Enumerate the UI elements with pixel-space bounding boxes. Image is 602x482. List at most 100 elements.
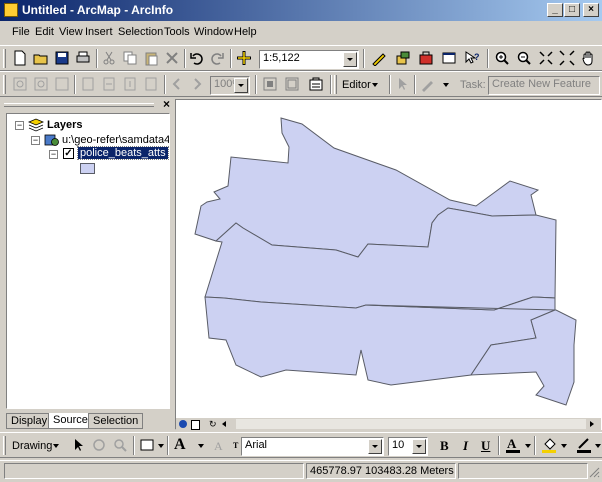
toolbar-grip[interactable] (3, 436, 6, 455)
fill-color-icon[interactable] (541, 436, 557, 457)
italic-button[interactable]: I (463, 438, 468, 454)
title-bar[interactable]: Untitled - ArcMap - ArcInfo _ □ × (0, 0, 602, 21)
underline-button[interactable]: U (481, 438, 490, 454)
zoom-100-icon[interactable] (101, 76, 119, 93)
layout-zoom-in-icon[interactable] (12, 76, 30, 93)
redo-icon[interactable] (209, 50, 227, 67)
close-button[interactable]: × (583, 3, 599, 17)
toolbar-grip[interactable] (3, 75, 6, 94)
undo-icon[interactable] (189, 50, 207, 67)
chevron-down-icon[interactable] (53, 444, 59, 448)
map-scale-combo[interactable]: 1:5,122 (259, 50, 359, 69)
toolbar-grip[interactable] (334, 75, 337, 94)
editor-menu-button[interactable]: Editor (342, 79, 371, 91)
bold-button[interactable]: B (440, 438, 449, 454)
layout-zoom-combo[interactable]: 100% (210, 76, 250, 95)
menu-edit[interactable]: Edit (35, 26, 54, 38)
chevron-down-icon[interactable] (368, 439, 382, 454)
menu-view[interactable]: View (59, 26, 83, 38)
zoom-whole-page-icon[interactable] (80, 76, 98, 93)
scroll-right-icon[interactable] (590, 421, 594, 427)
new-document-icon[interactable] (12, 50, 30, 67)
fixed-zoom-in-icon[interactable] (538, 50, 556, 67)
data-view-icon[interactable] (179, 420, 187, 428)
font-color-icon[interactable]: A (505, 436, 521, 457)
delete-icon[interactable] (164, 50, 182, 67)
data-source-label[interactable]: u:\geo-refer\samdata4w (62, 134, 169, 146)
chevron-down-icon[interactable] (525, 444, 531, 448)
pan-hand-icon[interactable] (580, 50, 598, 67)
focus-data-frame-icon[interactable] (284, 76, 302, 93)
menu-file[interactable]: File (12, 26, 30, 38)
task-combo[interactable]: Create New Feature (488, 76, 600, 95)
horizontal-scrollbar[interactable] (236, 419, 586, 429)
chevron-down-icon[interactable] (412, 439, 426, 454)
collapse-toggle-icon[interactable]: − (31, 136, 40, 145)
layer-police-beats-label[interactable]: police_beats_atts (77, 146, 169, 160)
zoom-in-icon[interactable] (494, 50, 512, 67)
save-icon[interactable] (54, 50, 72, 67)
copy-icon[interactable] (122, 50, 140, 67)
zoom-out-icon[interactable] (516, 50, 534, 67)
fixed-layout-zoom-icon[interactable] (122, 76, 140, 93)
change-layout-icon[interactable] (308, 76, 326, 93)
tab-display[interactable]: Display (6, 413, 53, 429)
toc-close-button[interactable]: × (163, 97, 170, 111)
font-combo[interactable]: Arial (241, 437, 384, 456)
toc-tree[interactable]: − Layers − u:\geo-refer\samdata4w − ✓ po… (6, 113, 170, 409)
scroll-left-icon[interactable] (222, 421, 226, 427)
rotate-icon[interactable] (91, 437, 109, 454)
chevron-down-icon[interactable] (595, 444, 601, 448)
line-color-icon[interactable] (576, 436, 592, 457)
font-size-combo[interactable]: 10 (388, 437, 428, 456)
new-text-tool-icon[interactable]: A (174, 436, 186, 454)
resize-grip-icon[interactable] (588, 465, 600, 479)
chevron-down-icon[interactable] (158, 444, 164, 448)
layout-view-icon[interactable] (191, 420, 200, 430)
back-extent-icon[interactable] (169, 76, 187, 93)
sketch-tool-icon[interactable] (420, 76, 438, 93)
toc-grip[interactable] (4, 103, 154, 107)
drawing-menu-button[interactable]: Drawing (12, 440, 52, 452)
cut-icon[interactable] (101, 50, 119, 67)
toggle-draft-mode-icon[interactable] (262, 76, 280, 93)
layout-zoom-out-icon[interactable] (33, 76, 51, 93)
map-display[interactable]: ↻ (175, 99, 602, 430)
whats-this-help-icon[interactable]: ? (464, 50, 482, 67)
paste-icon[interactable] (143, 50, 161, 67)
chevron-down-icon[interactable] (561, 444, 567, 448)
menu-tools[interactable]: Tools (164, 26, 190, 38)
map-svg[interactable] (176, 100, 601, 418)
forward-extent-icon[interactable] (189, 76, 207, 93)
collapse-toggle-icon[interactable]: − (49, 150, 58, 159)
menu-selection[interactable]: Selection (118, 26, 163, 38)
zoom-to-selected-icon[interactable] (112, 437, 130, 454)
collapse-toggle-icon[interactable]: − (15, 121, 24, 130)
editor-toolbar-icon[interactable] (371, 50, 389, 67)
toolbar-grip[interactable] (3, 49, 6, 68)
chevron-down-icon[interactable] (198, 444, 204, 448)
add-data-icon[interactable] (236, 50, 254, 67)
select-elements-icon[interactable] (71, 437, 89, 454)
print-icon[interactable] (75, 50, 93, 67)
chevron-down-icon[interactable] (343, 52, 357, 67)
layers-root-label[interactable]: Layers (47, 119, 82, 131)
chevron-down-icon[interactable] (443, 83, 449, 87)
menu-insert[interactable]: Insert (85, 26, 113, 38)
layer-visibility-checkbox[interactable]: ✓ (63, 148, 74, 159)
chevron-down-icon[interactable] (234, 78, 248, 93)
maximize-button[interactable]: □ (564, 3, 580, 17)
edit-text-icon[interactable]: A (212, 437, 230, 454)
minimize-button[interactable]: _ (547, 3, 563, 17)
toc-header[interactable]: × (4, 97, 174, 111)
map-canvas[interactable] (176, 100, 601, 418)
refresh-icon[interactable]: ↻ (209, 419, 217, 430)
arctoolbox-icon[interactable] (418, 50, 436, 67)
edit-tool-icon[interactable] (395, 76, 413, 93)
new-rectangle-icon[interactable] (139, 437, 157, 454)
command-line-icon[interactable] (441, 50, 459, 67)
arccatalog-icon[interactable] (395, 50, 413, 67)
open-folder-icon[interactable] (33, 50, 51, 67)
fixed-layout-zoom-out-icon[interactable] (143, 76, 161, 93)
tab-selection[interactable]: Selection (88, 413, 144, 429)
